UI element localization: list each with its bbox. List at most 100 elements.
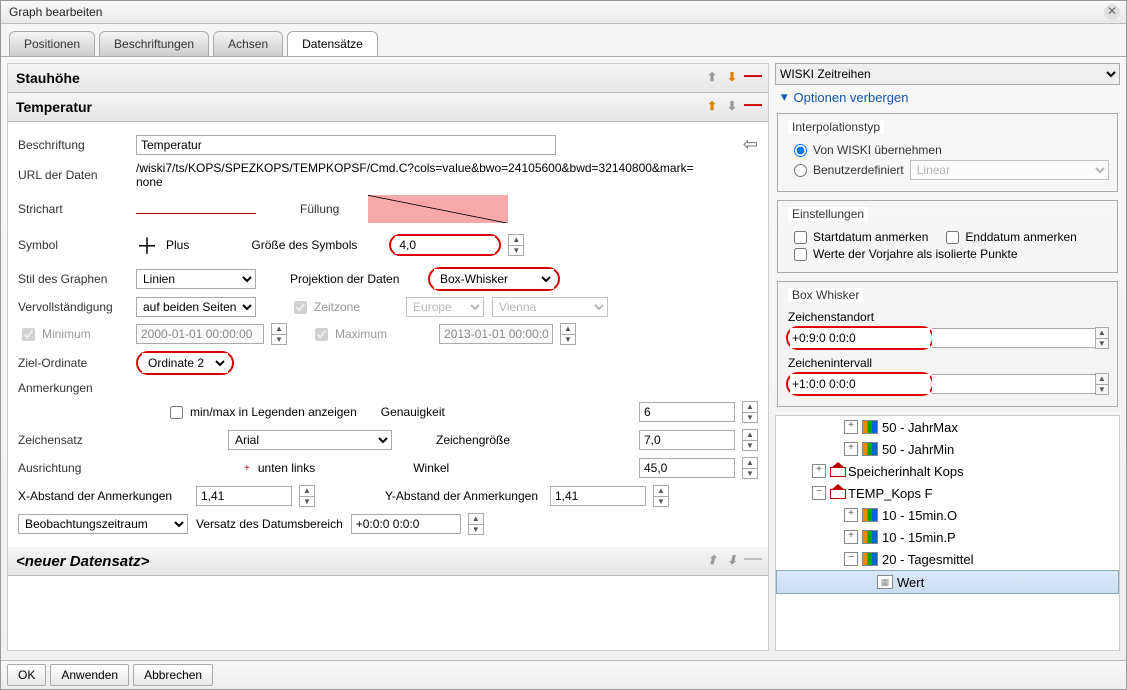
tab-datensaetze[interactable]: Datensätze bbox=[287, 31, 378, 56]
symbol-label: Symbol bbox=[18, 238, 128, 252]
bw-intervall-stepper[interactable]: ▲▼ bbox=[1095, 373, 1109, 395]
section-neuer-datensatz[interactable]: <neuer Datensatz> ⬆ ⬇ — bbox=[8, 547, 768, 576]
winkel-input[interactable] bbox=[639, 458, 735, 478]
vervoll-select[interactable]: auf beiden Seiten bbox=[136, 297, 256, 317]
expander-icon[interactable]: − bbox=[812, 486, 826, 500]
expander-icon[interactable]: − bbox=[844, 552, 858, 566]
tree-label: 10 - 15min.O bbox=[882, 508, 957, 523]
tab-positionen[interactable]: Positionen bbox=[9, 31, 95, 56]
interp-benutzer-radio[interactable] bbox=[794, 164, 807, 177]
disclose-label: Optionen verbergen bbox=[794, 90, 909, 105]
yabstand-input[interactable] bbox=[550, 486, 646, 506]
section-temperatur-title: Temperatur bbox=[16, 99, 92, 115]
genauigkeit-input[interactable] bbox=[639, 402, 735, 422]
expander-icon[interactable]: + bbox=[844, 442, 858, 456]
tab-achsen[interactable]: Achsen bbox=[213, 31, 283, 56]
tab-beschriftungen[interactable]: Beschriftungen bbox=[99, 31, 209, 56]
maximum-label: Maximum bbox=[335, 327, 387, 341]
bw-standort-ext bbox=[932, 328, 1096, 348]
fuellung-swatch[interactable] bbox=[368, 195, 508, 223]
genauigkeit-stepper[interactable]: ▲▼ bbox=[742, 401, 758, 423]
boxwhisker-fieldset: Box Whisker Zeichenstandort ▲▼ Zeichenin… bbox=[777, 281, 1118, 407]
versatz-input[interactable] bbox=[351, 514, 461, 534]
strichart-swatch[interactable] bbox=[136, 199, 256, 214]
vorjahre-checkbox[interactable] bbox=[794, 248, 807, 261]
zeichengroesse-input[interactable] bbox=[639, 430, 735, 450]
groesse-input[interactable] bbox=[395, 236, 495, 254]
titlebar: Graph bearbeiten ✕ bbox=[1, 1, 1126, 24]
winkel-stepper[interactable]: ▲▼ bbox=[742, 457, 758, 479]
minimum-label: Minimum bbox=[42, 327, 91, 341]
zeichensatz-select[interactable]: Arial bbox=[228, 430, 392, 450]
tree-node-selected[interactable]: ▦Wert bbox=[776, 570, 1119, 594]
options-disclose[interactable]: ▾ Optionen verbergen bbox=[775, 85, 1120, 109]
xabstand-label: X-Abstand der Anmerkungen bbox=[18, 489, 188, 503]
projektion-select[interactable]: Box-Whisker bbox=[434, 269, 554, 289]
versatz-stepper[interactable]: ▲▼ bbox=[468, 513, 484, 535]
bw-standort-input[interactable] bbox=[790, 328, 930, 348]
move-up-icon[interactable]: ⬆ bbox=[704, 553, 720, 569]
tree-node[interactable]: +10 - 15min.P bbox=[776, 526, 1119, 548]
minmax-legend-label: min/max in Legenden anzeigen bbox=[190, 405, 357, 419]
minimum-stepper: ▲▼ bbox=[271, 323, 287, 345]
section-temperatur[interactable]: Temperatur ⬆ ⬇ — bbox=[8, 93, 768, 122]
xabstand-input[interactable] bbox=[196, 486, 292, 506]
interp-benutzer-label: Benutzerdefiniert bbox=[813, 163, 904, 177]
expander-icon[interactable]: + bbox=[844, 420, 858, 434]
anwenden-button[interactable]: Anwenden bbox=[50, 664, 129, 686]
ok-button[interactable]: OK bbox=[7, 664, 46, 686]
content-area: Stauhöhe ⬆ ⬇ — Temperatur ⬆ ⬇ — Beschrif… bbox=[1, 57, 1126, 651]
left-panel: Stauhöhe ⬆ ⬇ — Temperatur ⬆ ⬇ — Beschrif… bbox=[7, 63, 769, 651]
tree-node[interactable]: +10 - 15min.O bbox=[776, 504, 1119, 526]
zeichengroesse-stepper[interactable]: ▲▼ bbox=[742, 429, 758, 451]
remove-icon: — bbox=[744, 553, 760, 569]
expander-icon[interactable]: + bbox=[844, 530, 858, 544]
startdatum-checkbox[interactable] bbox=[794, 231, 807, 244]
maximum-input bbox=[439, 324, 553, 344]
move-down-icon[interactable]: ⬇ bbox=[724, 99, 740, 115]
section-stauhoehe[interactable]: Stauhöhe ⬆ ⬇ — bbox=[8, 64, 768, 93]
versatz-label: Versatz des Datumsbereich bbox=[196, 517, 343, 531]
beobachtungszeitraum-select[interactable]: Beobachtungszeitraum bbox=[18, 514, 188, 534]
bw-standort-stepper[interactable]: ▲▼ bbox=[1095, 327, 1109, 349]
url-label: URL der Daten bbox=[18, 168, 128, 182]
remove-icon[interactable]: — bbox=[744, 70, 760, 86]
stil-select[interactable]: Linien bbox=[136, 269, 256, 289]
minimum-checkbox bbox=[22, 328, 35, 341]
tree-node[interactable]: −TEMP_Kops F bbox=[776, 482, 1119, 504]
ausrichtung-value[interactable]: unten links bbox=[258, 461, 315, 475]
back-arrow-icon[interactable]: ⇦ bbox=[743, 134, 758, 155]
yabstand-stepper[interactable]: ▲▼ bbox=[653, 485, 669, 507]
enddatum-checkbox[interactable] bbox=[946, 231, 959, 244]
minmax-legend-checkbox[interactable] bbox=[170, 406, 183, 419]
chart-icon bbox=[862, 530, 878, 544]
expander-icon[interactable]: + bbox=[812, 464, 826, 478]
source-select[interactable]: WISKI Zeitreihen bbox=[775, 63, 1120, 85]
close-icon[interactable]: ✕ bbox=[1104, 4, 1120, 20]
tree-node[interactable]: −20 - Tagesmittel bbox=[776, 548, 1119, 570]
tree-view[interactable]: +50 - JahrMax +50 - JahrMin +Speicherinh… bbox=[775, 415, 1120, 651]
move-down-icon[interactable]: ⬇ bbox=[724, 70, 740, 86]
beschriftung-input[interactable] bbox=[136, 135, 556, 155]
bw-intervall-input[interactable] bbox=[790, 374, 930, 394]
ziel-select[interactable]: Ordinate 2 bbox=[142, 353, 228, 373]
tree-node[interactable]: +50 - JahrMin bbox=[776, 438, 1119, 460]
expander-icon[interactable]: + bbox=[844, 508, 858, 522]
groesse-stepper[interactable]: ▲▼ bbox=[508, 234, 524, 256]
strichart-label: Strichart bbox=[18, 202, 128, 216]
remove-icon[interactable]: — bbox=[744, 99, 760, 115]
startdatum-label: Startdatum anmerken bbox=[813, 230, 928, 244]
tree-node[interactable]: +50 - JahrMax bbox=[776, 416, 1119, 438]
move-down-icon[interactable]: ⬇ bbox=[724, 553, 740, 569]
move-up-icon[interactable]: ⬆ bbox=[704, 70, 720, 86]
groesse-label: Größe des Symbols bbox=[251, 238, 381, 252]
xabstand-stepper[interactable]: ▲▼ bbox=[299, 485, 315, 507]
ziel-label: Ziel-Ordinate bbox=[18, 356, 128, 370]
move-up-icon[interactable]: ⬆ bbox=[704, 99, 720, 115]
interp-wiski-radio[interactable] bbox=[794, 144, 807, 157]
einstellungen-legend: Einstellungen bbox=[788, 207, 868, 221]
bw-intervall-ext bbox=[932, 374, 1096, 394]
einstellungen-fieldset: Einstellungen Startdatum anmerken Enddat… bbox=[777, 200, 1118, 273]
abbrechen-button[interactable]: Abbrechen bbox=[133, 664, 213, 686]
tree-node[interactable]: +Speicherinhalt Kops bbox=[776, 460, 1119, 482]
